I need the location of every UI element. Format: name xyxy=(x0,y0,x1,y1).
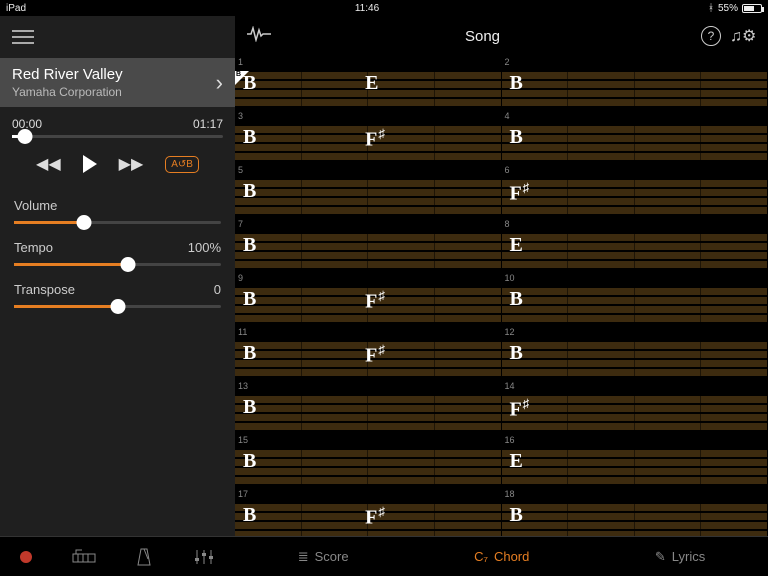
chord-label: B xyxy=(243,396,256,419)
song-artist: Yamaha Corporation xyxy=(12,85,123,99)
mixer-button[interactable] xyxy=(193,548,215,566)
menu-button[interactable] xyxy=(0,16,235,58)
bluetooth-icon: ᚼ xyxy=(708,3,714,14)
measure[interactable]: 10 B xyxy=(502,272,768,326)
measure-number: 7 xyxy=(238,219,243,229)
chord-label: B xyxy=(509,288,522,311)
measure-number: 12 xyxy=(505,327,515,337)
chord-label: B xyxy=(509,72,522,95)
measure-number: 16 xyxy=(505,435,515,445)
measure-number: 18 xyxy=(505,489,515,499)
start-flag-icon xyxy=(235,71,249,85)
measure[interactable]: 5B xyxy=(235,164,502,218)
record-button[interactable] xyxy=(20,551,32,563)
device-label: iPad xyxy=(6,3,26,14)
measure[interactable]: 15 B xyxy=(235,434,502,488)
header-title: Song xyxy=(273,28,692,45)
sidebar: Red River Valley Yamaha Corporation › 0 0… xyxy=(0,16,235,536)
measure[interactable]: 3B F♯ xyxy=(235,110,502,164)
measure-number: 11 xyxy=(238,327,247,337)
rewind-button[interactable]: ◀◀ xyxy=(36,154,61,174)
measure-number: 14 xyxy=(505,381,515,391)
tempo-value: 100% xyxy=(188,240,221,255)
chord-label: B xyxy=(509,504,522,527)
status-bar: iPad 11:46 ᚼ 55% xyxy=(0,0,768,16)
measure[interactable]: 7B xyxy=(235,218,502,272)
chord-label: F♯ xyxy=(365,342,385,368)
measure[interactable]: 1BE xyxy=(235,56,502,110)
measure[interactable]: 17 B F♯ xyxy=(235,488,502,536)
chord-label: F♯ xyxy=(365,288,385,314)
clock: 11:46 xyxy=(26,3,708,14)
measure[interactable]: 8E xyxy=(502,218,768,272)
measure-number: 4 xyxy=(505,111,510,121)
chord-label: B xyxy=(243,342,256,365)
chord-label: E xyxy=(509,234,522,257)
chord-label: E xyxy=(365,72,378,95)
chord-label: F♯ xyxy=(365,126,385,152)
chord-label: B xyxy=(243,180,256,203)
chord-label: B xyxy=(243,450,256,473)
chord-label: F♯ xyxy=(509,396,529,422)
measure-number: 10 xyxy=(505,273,515,283)
instrument-button[interactable] xyxy=(72,548,96,566)
chord-label: B xyxy=(509,126,522,149)
measure[interactable]: 4B xyxy=(502,110,768,164)
transpose-label: Transpose xyxy=(14,282,75,297)
measure-number: 9 xyxy=(238,273,243,283)
tempo-label: Tempo xyxy=(14,240,53,255)
measure-number: 2 xyxy=(505,57,510,67)
tab-lyrics[interactable]: ✎Lyrics xyxy=(655,549,705,565)
forward-button[interactable]: ▶▶ xyxy=(119,154,144,174)
scrubber[interactable] xyxy=(0,135,235,138)
measure-number: 15 xyxy=(238,435,248,445)
chord-label: B xyxy=(243,126,256,149)
measure[interactable]: 16 E xyxy=(502,434,768,488)
measure-number: 17 xyxy=(238,489,248,499)
transpose-value: 0 xyxy=(214,282,221,297)
battery-pct: 55% xyxy=(718,3,738,14)
measure[interactable]: 14 F♯ xyxy=(502,380,768,434)
volume-slider[interactable] xyxy=(14,221,221,224)
chord-label: F♯ xyxy=(365,504,385,530)
measure[interactable]: 13 B xyxy=(235,380,502,434)
measure-number: 3 xyxy=(238,111,243,121)
tempo-slider[interactable] xyxy=(14,263,221,266)
volume-label: Volume xyxy=(14,198,57,213)
measure-number: 13 xyxy=(238,381,248,391)
battery-icon xyxy=(742,4,762,13)
measure[interactable]: 2B xyxy=(502,56,768,110)
measure-number: 1 xyxy=(238,57,243,67)
measure-number: 6 xyxy=(505,165,510,175)
content-header: Song ? ♫⚙ xyxy=(235,16,768,56)
chord-label: B xyxy=(509,342,522,365)
song-title: Red River Valley xyxy=(12,66,123,83)
loop-button[interactable]: A↺B xyxy=(165,156,199,173)
chord-label: F♯ xyxy=(509,180,529,206)
song-item[interactable]: Red River Valley Yamaha Corporation › xyxy=(0,58,235,107)
tab-chord[interactable]: C₇Chord xyxy=(474,549,529,564)
settings-button[interactable]: ♫⚙ xyxy=(730,26,756,46)
waveform-icon[interactable] xyxy=(247,26,273,47)
metronome-button[interactable] xyxy=(135,547,153,567)
chord-grid[interactable]: 1BE2B3BF♯4B5B6F♯7B8E9BF♯10B11BF♯12B13B14… xyxy=(235,56,768,536)
measure-number: 8 xyxy=(505,219,510,229)
chord-label: B xyxy=(243,288,256,311)
play-button[interactable] xyxy=(83,155,97,173)
measure[interactable]: 11 B F♯ xyxy=(235,326,502,380)
time-total: 01:17 xyxy=(193,117,223,131)
chevron-right-icon: › xyxy=(216,70,223,96)
chord-label: B xyxy=(243,234,256,257)
chord-label: E xyxy=(509,450,522,473)
help-button[interactable]: ? xyxy=(698,26,724,46)
measure[interactable]: 18 B xyxy=(502,488,768,536)
tab-score[interactable]: ≣Score xyxy=(298,549,349,565)
measure[interactable]: 6 F♯ xyxy=(502,164,768,218)
measure[interactable]: 12 B xyxy=(502,326,768,380)
chord-label: B xyxy=(243,504,256,527)
measure[interactable]: 9B F♯ xyxy=(235,272,502,326)
transpose-slider[interactable] xyxy=(14,305,221,308)
measure-number: 5 xyxy=(238,165,243,175)
